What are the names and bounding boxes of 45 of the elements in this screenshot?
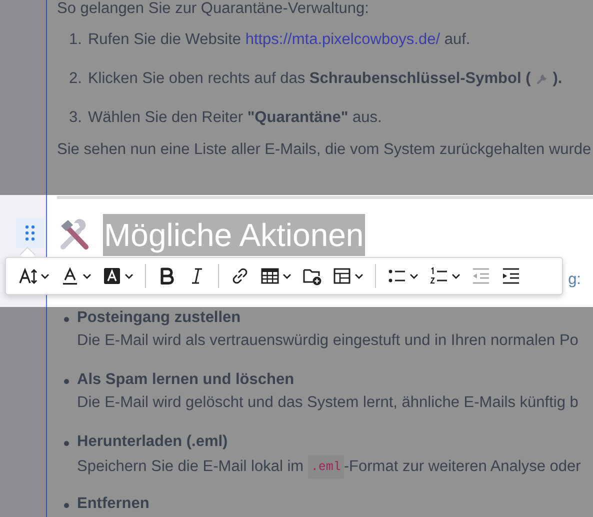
- text-color-icon: [60, 266, 80, 286]
- inline-code: .eml: [308, 455, 344, 479]
- body-text: Wählen Sie den Reiter "Quarantäne" aus.: [88, 108, 382, 126]
- wrench-icon: [534, 72, 549, 86]
- drag-handle[interactable]: [16, 218, 44, 248]
- body-text: ).: [552, 70, 562, 88]
- highlight-icon: [102, 266, 122, 286]
- caret-icon: [354, 271, 364, 281]
- body-text: -Format zur weiteren Analyse oder: [344, 457, 581, 477]
- bullet-icon: [64, 503, 69, 508]
- body-text: g:: [568, 271, 581, 289]
- caret-icon: [451, 271, 461, 281]
- link-icon: [230, 266, 250, 286]
- caret-icon: [282, 271, 292, 281]
- section-heading: Mögliche Aktionen: [103, 214, 365, 256]
- action-title: Entfernen: [77, 494, 150, 514]
- step-number: 3.: [69, 108, 82, 126]
- font-size-icon: [18, 266, 38, 286]
- outdent-icon: [471, 266, 491, 286]
- intro-text: So gelangen Sie zur Quarantäne-Verwaltung:: [57, 0, 370, 18]
- caret-icon: [40, 271, 50, 281]
- layout-icon: [332, 266, 352, 286]
- action-title: Als Spam lernen und löschen: [77, 370, 294, 390]
- body-text: auf.: [443, 30, 470, 48]
- body-text: Rufen Sie die Website: [88, 30, 242, 48]
- caret-icon: [82, 271, 92, 281]
- body-text: Die E-Mail wird gelöscht und das System lernt, ähnliche E-Mails künftig b: [77, 393, 578, 413]
- bullet-icon: [64, 379, 69, 384]
- table-icon: [260, 266, 280, 286]
- indent-icon: [501, 266, 521, 286]
- action-title: Posteingang zustellen: [77, 308, 241, 328]
- summary-text: Sie sehen nun eine Liste aller E-Mails, die vom System zurückgehalten wurde: [57, 141, 592, 159]
- caret-icon: [409, 271, 419, 281]
- website-link[interactable]: https://mta.pixelcowboys.de/: [245, 30, 440, 48]
- step-number: 2.: [69, 70, 82, 88]
- numbered-list-icon: [429, 266, 449, 286]
- caret-icon: [124, 271, 134, 281]
- body-text: Speichern Sie die E-Mail lokal im: [77, 457, 305, 477]
- bullet-icon: [64, 317, 69, 322]
- action-title: Herunterladen (.eml): [77, 432, 228, 452]
- grip-icon: [25, 225, 35, 241]
- body-text: Die E-Mail wird als vertrauenswürdig eingestuft und in Ihren normalen Po: [77, 331, 578, 351]
- bullet-icon: [64, 441, 69, 446]
- step-number: 1.: [69, 30, 82, 48]
- body-text: Klicken Sie oben rechts auf das Schraubenschlüssel-Symbol (: [88, 70, 531, 88]
